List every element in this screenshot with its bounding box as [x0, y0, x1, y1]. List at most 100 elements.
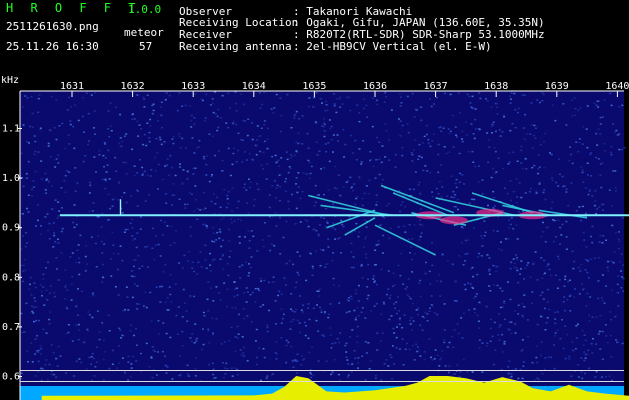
noise-speck [367, 342, 370, 344]
noise-speck [35, 319, 38, 322]
noise-speck [130, 367, 133, 369]
noise-speck [135, 344, 138, 346]
noise-speck [498, 326, 501, 328]
noise-speck [341, 223, 344, 226]
noise-speck [254, 301, 257, 303]
noise-speck [615, 129, 618, 132]
noise-speck [330, 125, 333, 128]
noise-speck [37, 111, 40, 113]
noise-speck [262, 168, 265, 170]
noise-speck [429, 98, 431, 100]
noise-speck [386, 293, 388, 296]
noise-speck [454, 194, 457, 196]
noise-speck [169, 244, 172, 246]
noise-speck [566, 333, 569, 336]
noise-speck [451, 263, 454, 265]
noise-speck [152, 349, 155, 351]
noise-speck [618, 240, 621, 243]
noise-speck [369, 151, 372, 153]
noise-speck [487, 139, 490, 141]
noise-speck [521, 377, 524, 380]
noise-speck [404, 348, 407, 351]
noise-speck [64, 269, 67, 271]
noise-speck [138, 124, 141, 126]
noise-speck [306, 132, 309, 135]
noise-speck [68, 143, 71, 145]
noise-speck [78, 257, 81, 260]
noise-speck [189, 337, 192, 339]
noise-speck [471, 95, 474, 98]
noise-speck [426, 133, 428, 136]
noise-speck [218, 237, 221, 240]
noise-speck [608, 189, 611, 191]
noise-speck [481, 245, 484, 247]
noise-speck [498, 313, 500, 315]
noise-speck [32, 180, 35, 182]
noise-speck [374, 264, 376, 266]
noise-speck [24, 246, 27, 248]
noise-speck [25, 173, 28, 175]
noise-speck [459, 112, 462, 114]
noise-speck [558, 158, 560, 160]
noise-speck [290, 127, 293, 129]
noise-speck [356, 104, 359, 106]
noise-speck [542, 93, 545, 96]
noise-speck [106, 219, 109, 222]
noise-speck [191, 261, 194, 263]
noise-speck [155, 137, 158, 140]
noise-speck [255, 328, 258, 331]
noise-speck [361, 204, 364, 207]
noise-speck [431, 305, 434, 307]
noise-speck [150, 357, 153, 359]
noise-speck [419, 192, 422, 195]
noise-speck [380, 183, 383, 185]
noise-speck [251, 122, 254, 124]
noise-speck [206, 225, 208, 227]
noise-speck [539, 294, 542, 297]
noise-speck [273, 245, 276, 247]
noise-speck [49, 311, 52, 313]
noise-speck [419, 223, 422, 226]
noise-speck [63, 180, 66, 182]
noise-speck [427, 138, 430, 141]
noise-speck [139, 216, 142, 218]
noise-speck [433, 133, 435, 136]
noise-speck [607, 260, 610, 263]
noise-speck [356, 335, 359, 337]
noise-speck [601, 242, 604, 244]
noise-speck [503, 116, 506, 118]
noise-speck [307, 303, 310, 305]
noise-speck [457, 332, 460, 335]
noise-speck [255, 356, 258, 359]
noise-speck [37, 97, 40, 100]
noise-speck [526, 133, 529, 135]
noise-speck [456, 198, 459, 201]
noise-speck [42, 328, 45, 331]
noise-speck [429, 145, 432, 148]
noise-speck [517, 281, 520, 284]
noise-speck [514, 127, 517, 129]
noise-speck [72, 375, 75, 377]
noise-speck [496, 113, 499, 115]
noise-speck [170, 225, 173, 228]
noise-speck [186, 320, 189, 322]
noise-speck [469, 102, 472, 104]
noise-speck [499, 287, 502, 289]
noise-speck [60, 187, 63, 189]
noise-speck [458, 181, 461, 183]
noise-speck [56, 217, 59, 219]
noise-speck [384, 123, 387, 125]
noise-speck [198, 139, 201, 142]
noise-speck [48, 238, 51, 240]
noise-speck [189, 295, 192, 297]
noise-speck [321, 334, 324, 336]
noise-speck [348, 297, 350, 299]
noise-speck [27, 160, 30, 163]
noise-speck [354, 203, 357, 206]
noise-speck [519, 273, 521, 275]
noise-speck [80, 361, 83, 364]
noise-speck [171, 138, 174, 140]
noise-speck [526, 264, 529, 266]
noise-speck [441, 350, 444, 352]
noise-speck [544, 198, 547, 201]
